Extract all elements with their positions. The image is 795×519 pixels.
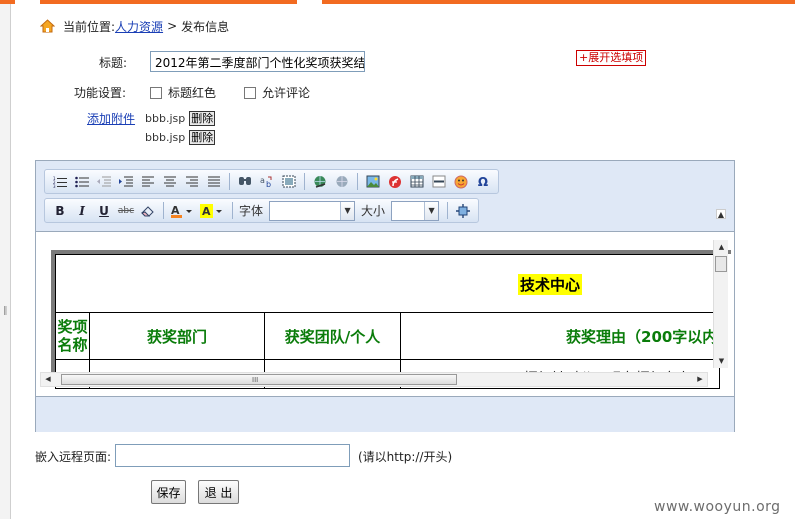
chevron-down-icon[interactable]: ▼ xyxy=(340,201,355,220)
toolbar-separator xyxy=(229,173,230,190)
collapse-toolbar-icon[interactable]: ▲ xyxy=(716,209,726,219)
align-justify-icon[interactable] xyxy=(204,172,224,192)
size-select-value xyxy=(392,202,424,220)
allow-comment-checkbox[interactable]: 允许评论 xyxy=(244,84,310,101)
title-red-label: 标题红色 xyxy=(168,86,217,100)
svg-text:a: a xyxy=(260,176,265,185)
breadcrumb: 当前位置: 人力资源 > 发布信息 xyxy=(40,17,229,35)
editor-status-bar xyxy=(36,396,734,432)
remove-link-icon[interactable] xyxy=(332,172,352,192)
align-right-icon[interactable] xyxy=(182,172,202,192)
insert-image-icon[interactable] xyxy=(363,172,383,192)
remote-page-label: 嵌入远程页面: xyxy=(35,450,112,464)
editor-document[interactable]: 技术中心 奖项名称 获奖部门 获奖团队/个人 获奖理由（200字以内 DCM框架… xyxy=(36,231,734,396)
exit-button[interactable]: 退 出 xyxy=(198,480,239,504)
emoticon-icon[interactable] xyxy=(451,172,471,192)
eraser-icon[interactable] xyxy=(138,201,158,221)
table-heading-cell: 技术中心 xyxy=(55,254,715,314)
ordered-list-icon[interactable]: 123 xyxy=(50,172,70,192)
award-table: 技术中心 奖项名称 获奖部门 获奖团队/个人 获奖理由（200字以内 DCM框架… xyxy=(51,250,731,389)
table-heading: 技术中心 xyxy=(517,274,582,295)
chevron-down-icon[interactable]: ▼ xyxy=(424,201,439,220)
size-label: 大小 xyxy=(361,204,386,218)
highlight-color-icon[interactable]: A xyxy=(199,201,227,221)
column-header: 获奖团队/个人 xyxy=(264,312,401,360)
scroll-up-arrow[interactable]: ▲ xyxy=(714,240,729,254)
svg-text:A: A xyxy=(202,205,211,218)
unordered-list-icon[interactable] xyxy=(72,172,92,192)
title-input[interactable]: 2012年第二季度部门个性化奖项获奖结 xyxy=(150,51,365,72)
title-red-checkbox[interactable]: 标题红色 xyxy=(150,84,216,101)
horizontal-rule-icon[interactable] xyxy=(429,172,449,192)
column-header: 获奖部门 xyxy=(89,312,265,360)
watermark: www.wooyun.org xyxy=(654,499,781,515)
toolbar-row-1: 123 ab Ω xyxy=(44,169,499,194)
breadcrumb-current: 发布信息 xyxy=(181,19,230,34)
column-header: 奖项名称 xyxy=(55,312,90,360)
underline-icon[interactable]: U xyxy=(94,201,114,221)
outdent-icon[interactable] xyxy=(94,172,114,192)
toolbar-separator xyxy=(447,202,449,219)
expand-optional-button[interactable]: +展开选填项 xyxy=(576,50,647,66)
align-center-icon[interactable] xyxy=(160,172,180,192)
insert-table-icon[interactable] xyxy=(407,172,427,192)
find-icon[interactable] xyxy=(235,172,255,192)
attachment-item: bbb.jsp 删除 xyxy=(145,111,216,126)
horizontal-scrollbar[interactable]: ◀ III ▶ xyxy=(40,372,708,387)
delete-attachment-button[interactable]: 删除 xyxy=(189,111,216,126)
toolbar-row-2: B I U abc A A 字体 ▼ 大小 ▼ xyxy=(44,198,480,223)
font-label: 字体 xyxy=(239,204,264,218)
attachment-name: bbb.jsp xyxy=(145,112,186,125)
attachment-item: bbb.jsp 删除 xyxy=(145,130,216,145)
special-character-icon[interactable]: Ω xyxy=(473,172,493,192)
toolbar-separator xyxy=(304,173,305,190)
attachment-name: bbb.jsp xyxy=(145,131,186,144)
toolbar-separator xyxy=(232,202,233,219)
checkbox-box[interactable] xyxy=(150,86,162,99)
bold-icon[interactable]: B xyxy=(50,201,70,221)
toolbar-separator xyxy=(163,202,164,219)
insert-link-icon[interactable] xyxy=(310,172,330,192)
font-select-value xyxy=(270,202,340,220)
italic-icon[interactable]: I xyxy=(72,201,92,221)
insert-flash-icon[interactable] xyxy=(385,172,405,192)
font-select[interactable]: ▼ xyxy=(269,200,356,221)
checkbox-box[interactable] xyxy=(244,86,256,99)
page: ‖ 当前位置: 人力资源 > 发布信息 标题: 2012年第二季度部门个性化奖项… xyxy=(0,0,795,519)
toolbar-separator xyxy=(357,173,358,190)
breadcrumb-link-hr[interactable]: 人力资源 xyxy=(115,18,163,35)
replace-icon[interactable]: ab xyxy=(257,172,277,192)
frame-splitter[interactable]: ‖ xyxy=(0,4,11,519)
remote-page-hint: (请以http://开头) xyxy=(358,450,453,464)
indent-icon[interactable] xyxy=(116,172,136,192)
allow-comment-label: 允许评论 xyxy=(262,86,311,100)
home-icon xyxy=(40,19,55,33)
select-all-icon[interactable] xyxy=(279,172,299,192)
delete-attachment-button[interactable]: 删除 xyxy=(189,130,216,145)
font-color-icon[interactable]: A xyxy=(169,201,197,221)
size-select[interactable]: ▼ xyxy=(391,200,440,221)
svg-text:3: 3 xyxy=(53,184,56,188)
rich-text-editor: 123 ab Ω B I U abc A A 字体 ▼ 大小 ▼ ▲ 技术中心 … xyxy=(35,160,735,432)
scroll-down-arrow[interactable]: ▼ xyxy=(714,354,729,368)
strikethrough-icon[interactable]: abc xyxy=(116,201,136,221)
scroll-right-arrow[interactable]: ▶ xyxy=(693,373,707,386)
title-label: 标题: xyxy=(99,56,128,70)
top-accent-right xyxy=(322,0,795,4)
vertical-scrollbar[interactable]: ▲ ▼ xyxy=(713,240,728,368)
features-label: 功能设置: xyxy=(74,86,127,100)
svg-text:b: b xyxy=(266,180,271,188)
align-left-icon[interactable] xyxy=(138,172,158,192)
source-view-icon[interactable] xyxy=(453,201,473,221)
breadcrumb-prefix: 当前位置: xyxy=(63,19,116,34)
remote-page-input[interactable] xyxy=(115,444,350,467)
top-accent-mid xyxy=(40,0,297,4)
save-button[interactable]: 保存 xyxy=(151,480,186,504)
breadcrumb-separator: > xyxy=(167,19,178,33)
scroll-thumb[interactable] xyxy=(715,256,727,272)
scroll-thumb[interactable]: III xyxy=(61,374,457,385)
scroll-left-arrow[interactable]: ◀ xyxy=(41,373,55,386)
add-attachment-link[interactable]: 添加附件 xyxy=(87,110,135,127)
column-header: 获奖理由（200字以内 xyxy=(400,312,720,360)
